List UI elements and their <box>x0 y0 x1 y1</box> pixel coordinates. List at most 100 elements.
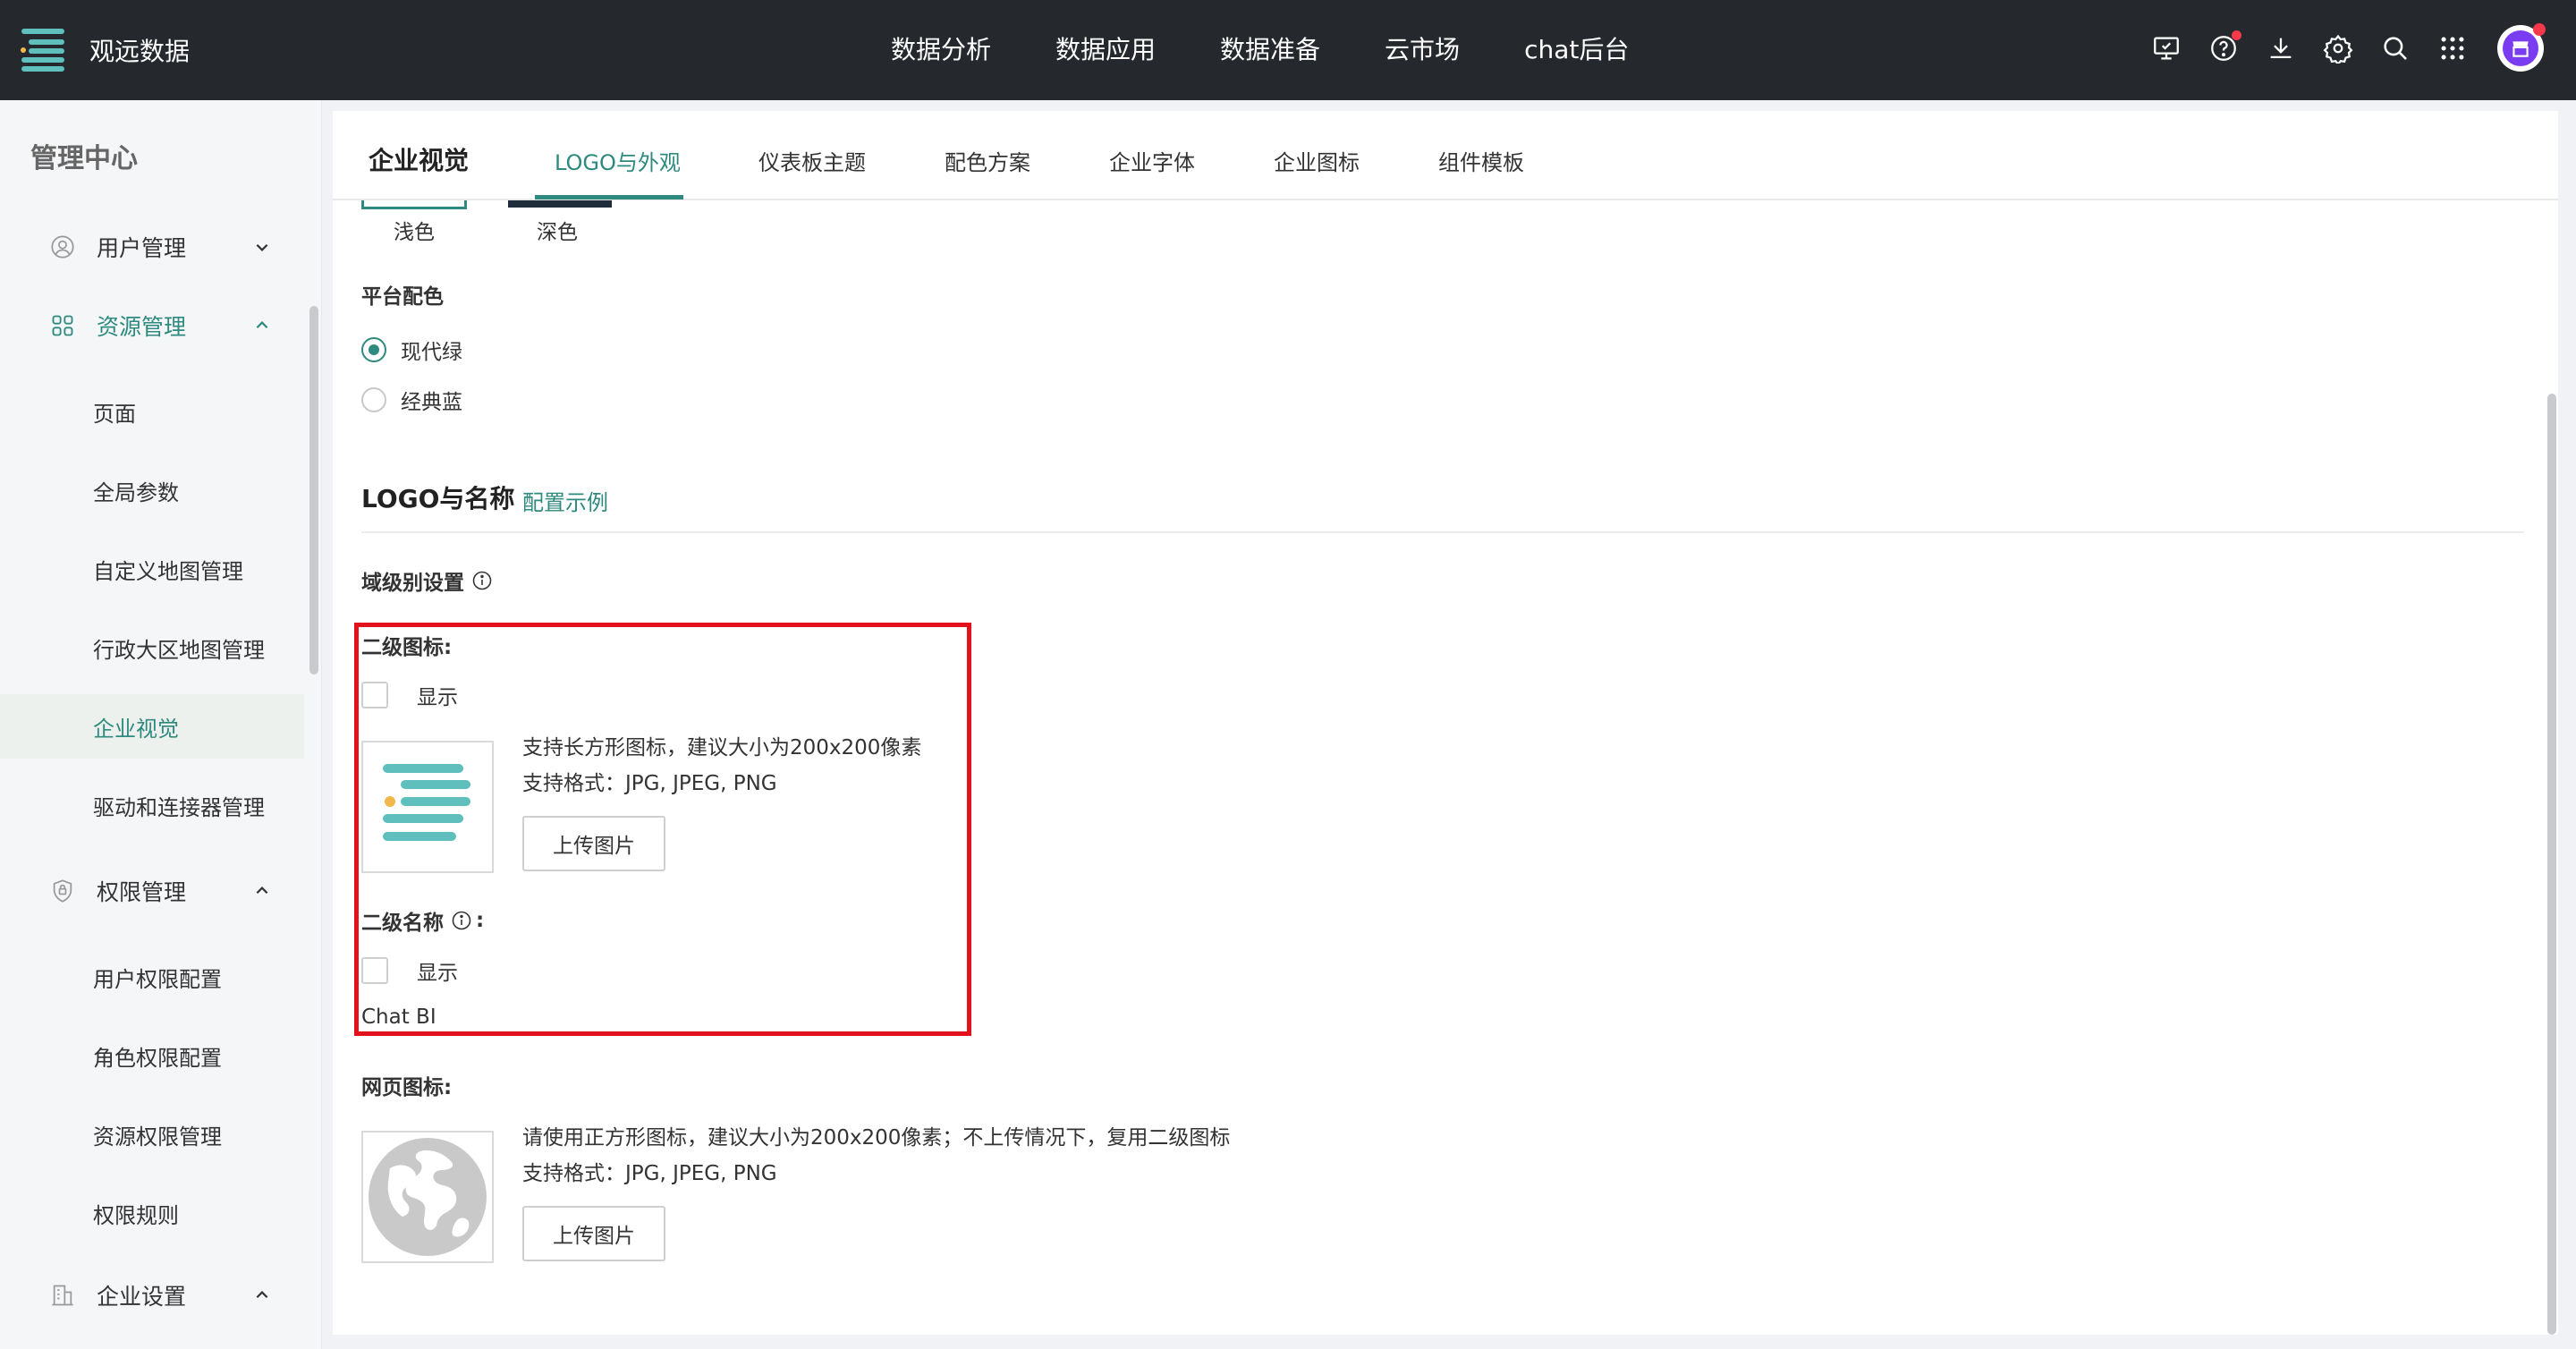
chevron-up-icon <box>256 321 268 329</box>
sidebar-group-label: 资源管理 <box>97 314 187 340</box>
theme-light-thumbnail[interactable] <box>361 200 467 209</box>
platform-color-label: 平台配色 <box>361 285 444 309</box>
tab-logo-appearance[interactable]: LOGO与外观 <box>555 145 681 176</box>
chevron-down-icon <box>256 243 268 251</box>
radio-modern-green[interactable]: 现代绿 <box>361 335 462 365</box>
avatar[interactable] <box>2497 23 2546 72</box>
sidebar-item-label: 页面 <box>93 401 136 427</box>
nav-item-data-analysis[interactable]: 数据分析 <box>891 30 991 66</box>
tab-enterprise-icons[interactable]: 企业图标 <box>1274 145 1360 176</box>
sidebar-group-label: 用户管理 <box>97 235 187 261</box>
radio-checked-icon <box>361 337 386 362</box>
sidebar-item-custom-map[interactable]: 自定义地图管理 <box>0 537 304 601</box>
radio-unchecked-icon <box>361 387 386 412</box>
top-navbar: 观远数据 数据分析 数据应用 数据准备 云市场 chat后台 <box>0 0 2576 100</box>
tab-component-templates[interactable]: 组件模板 <box>1438 145 1524 176</box>
sidebar-item-user-permissions[interactable]: 用户权限配置 <box>0 945 304 1009</box>
secondary-icon-label: 二级图标: <box>361 636 453 659</box>
sidebar-group-label: 权限管理 <box>97 879 187 905</box>
toolbar-icons <box>2129 23 2546 72</box>
favicon-upload-button[interactable]: 上传图片 <box>522 1206 665 1261</box>
config-example-link[interactable]: 配置示例 <box>522 485 608 516</box>
search-icon[interactable] <box>2376 29 2415 68</box>
sidebar-item-label: 权限规则 <box>93 1202 179 1228</box>
favicon-label: 网页图标: <box>361 1076 453 1099</box>
logo-section-heading: LOGO与名称 <box>361 484 515 513</box>
store-icon <box>2503 30 2538 66</box>
avatar-notification-dot <box>2533 23 2546 36</box>
sidebar-item-drivers-connectors[interactable]: 驱动和连接器管理 <box>0 773 304 837</box>
tab-color-scheme[interactable]: 配色方案 <box>945 145 1030 176</box>
sidebar-group-permission-management[interactable]: 权限管理 <box>0 862 304 920</box>
app-title: 观远数据 <box>89 37 191 66</box>
main-scrollbar[interactable] <box>2547 394 2556 1335</box>
info-icon[interactable] <box>471 570 493 591</box>
notification-dot <box>2232 30 2241 40</box>
radio-label: 经典蓝 <box>401 391 462 414</box>
active-tab-indicator <box>535 195 683 199</box>
domain-setting-text: 域级别设置 <box>361 572 464 595</box>
nav-item-data-prep[interactable]: 数据准备 <box>1220 30 1320 66</box>
section-divider <box>361 531 2524 533</box>
checkbox-label: 显示 <box>417 962 458 985</box>
secondary-icon-show-checkbox[interactable]: 显示 <box>361 680 458 710</box>
secondary-name-show-checkbox[interactable]: 显示 <box>361 955 458 986</box>
sidebar-item-resource-permissions[interactable]: 资源权限管理 <box>0 1102 304 1167</box>
secondary-icon-upload-button[interactable]: 上传图片 <box>522 816 665 871</box>
globe-icon <box>369 1138 487 1256</box>
sidebar-item-label: 自定义地图管理 <box>93 558 243 584</box>
sidebar-item-enterprise-visual[interactable]: 企业视觉 <box>0 694 304 759</box>
sidebar-item-role-permissions[interactable]: 角色权限配置 <box>0 1023 304 1088</box>
favicon-preview <box>361 1131 494 1263</box>
chevron-up-icon <box>256 887 268 895</box>
theme-light-label: 浅色 <box>394 221 435 244</box>
secondary-name-label: 二级名称 : <box>361 905 484 936</box>
nav-item-chat-admin[interactable]: chat后台 <box>1524 30 1629 66</box>
sidebar-item-global-params[interactable]: 全局参数 <box>0 458 304 522</box>
sidebar-group-resource-management[interactable]: 资源管理 <box>0 297 304 354</box>
app-logo-icon[interactable] <box>20 25 70 75</box>
sidebar-scrollbar[interactable] <box>309 306 318 674</box>
sidebar-item-region-map[interactable]: 行政大区地图管理 <box>0 615 304 680</box>
theme-dark-thumbnail[interactable] <box>508 200 612 208</box>
sidebar-group-user-management[interactable]: 用户管理 <box>0 218 304 276</box>
radio-classic-blue[interactable]: 经典蓝 <box>361 385 462 415</box>
sidebar-item-label: 角色权限配置 <box>93 1045 222 1071</box>
user-circle-icon <box>51 235 74 259</box>
tab-dashboard-theme[interactable]: 仪表板主题 <box>758 145 866 176</box>
sidebar-group-enterprise-settings[interactable]: 企业设置 <box>0 1267 304 1324</box>
sidebar-item-permission-rules[interactable]: 权限规则 <box>0 1181 304 1245</box>
nav-item-cloud-market[interactable]: 云市场 <box>1385 30 1460 66</box>
secondary-name-value: Chat BI <box>361 1005 436 1029</box>
sidebar-item-label: 全局参数 <box>93 479 179 505</box>
gear-icon[interactable] <box>2318 29 2358 68</box>
apps-grid-icon[interactable] <box>2433 29 2472 68</box>
sidebar-item-label: 企业视觉 <box>93 716 179 742</box>
domain-setting-label: 域级别设置 <box>361 565 493 596</box>
main-nav: 数据分析 数据应用 数据准备 云市场 chat后台 <box>891 30 1693 66</box>
checkbox-box <box>361 682 388 708</box>
secondary-icon-formats: 支持格式：JPG, JPEG, PNG <box>522 772 777 795</box>
theme-dark-label: 深色 <box>537 221 578 244</box>
secondary-icon-preview <box>361 741 494 873</box>
sidebar: 管理中心 用户管理 资源管理 页面 全局参数 自定义地图管理 行政大区地图管理 … <box>0 100 322 1349</box>
favicon-formats: 支持格式：JPG, JPEG, PNG <box>522 1162 777 1185</box>
nav-item-data-apps[interactable]: 数据应用 <box>1055 30 1156 66</box>
help-icon[interactable] <box>2204 29 2243 68</box>
tab-bar: 企业视觉 LOGO与外观 仪表板主题 配色方案 企业字体 企业图标 组件模板 <box>333 111 2558 200</box>
sidebar-item-pages[interactable]: 页面 <box>0 379 304 444</box>
tab-enterprise-font[interactable]: 企业字体 <box>1109 145 1195 176</box>
download-icon[interactable] <box>2261 29 2301 68</box>
monitor-icon[interactable] <box>2147 29 2186 68</box>
info-icon[interactable] <box>451 910 472 931</box>
page-title: 企业视觉 <box>369 146 470 175</box>
grid-apps-icon <box>52 315 73 336</box>
chevron-up-icon <box>256 1291 268 1299</box>
secondary-name-text: 二级名称 <box>361 912 444 935</box>
secondary-name-colon: : <box>476 909 485 932</box>
radio-label: 现代绿 <box>401 341 462 364</box>
checkbox-box <box>361 957 388 984</box>
sidebar-group-label: 企业设置 <box>97 1284 187 1310</box>
building-icon <box>52 1285 73 1306</box>
shield-icon <box>53 879 72 903</box>
